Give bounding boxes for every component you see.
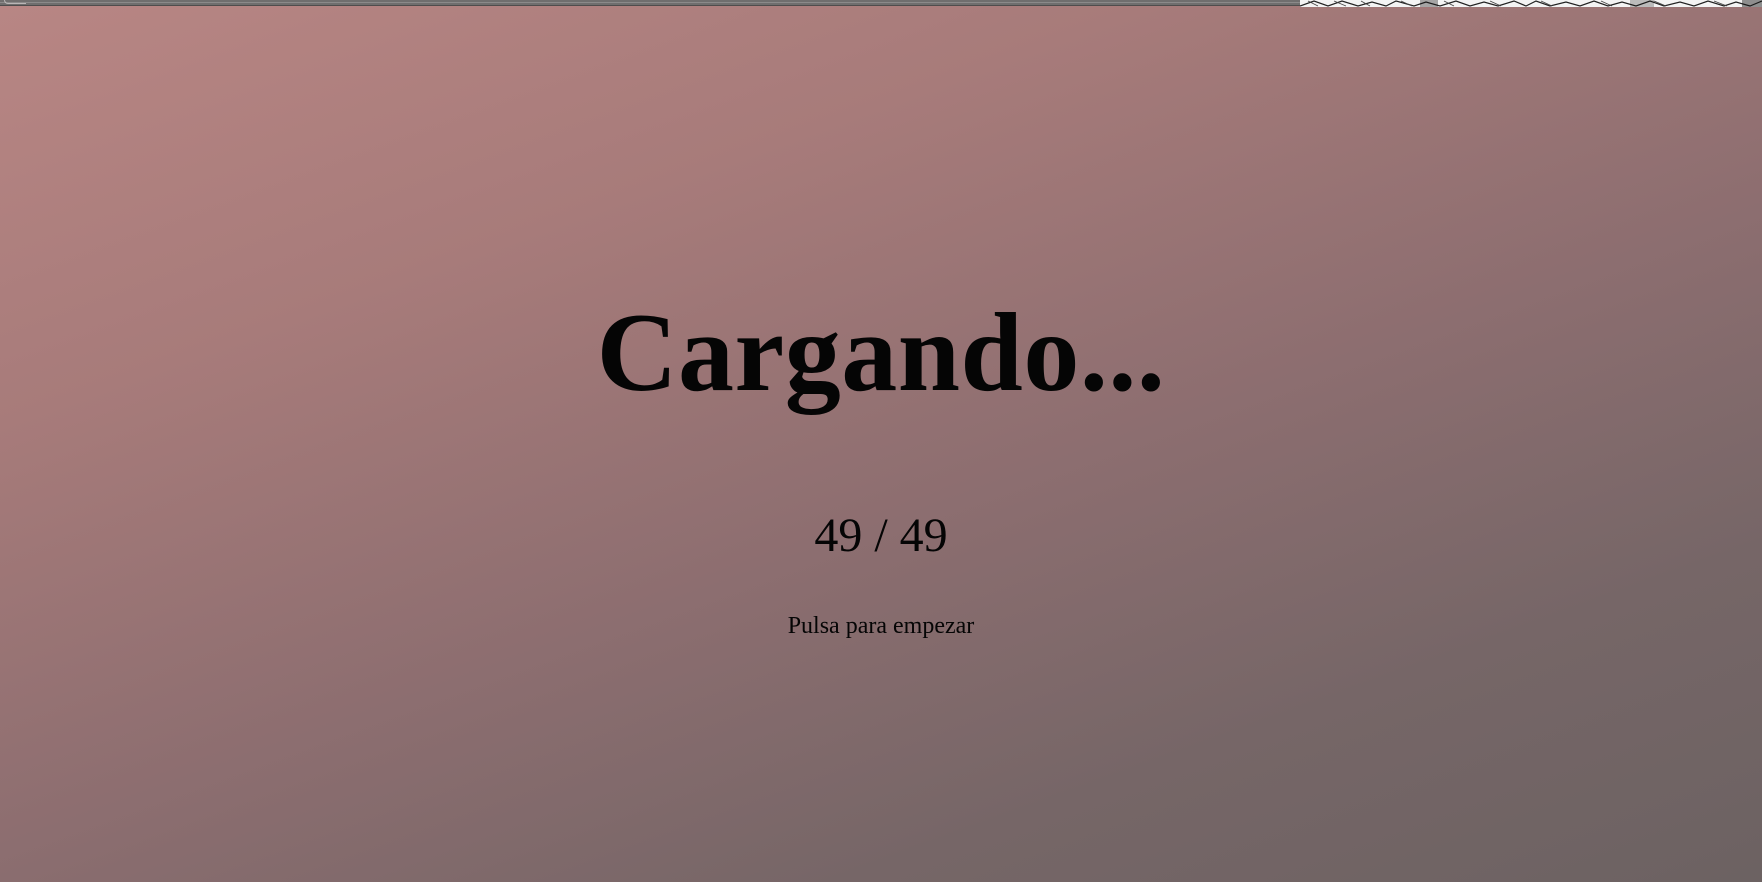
loading-screen-start-area[interactable]: Cargando... 49 / 49 Pulsa para empezar [0,0,1762,882]
start-prompt[interactable]: Pulsa para empezar [0,611,1762,641]
loading-progress-counter: 49 / 49 [814,509,948,562]
loading-title: Cargando... [596,291,1166,415]
